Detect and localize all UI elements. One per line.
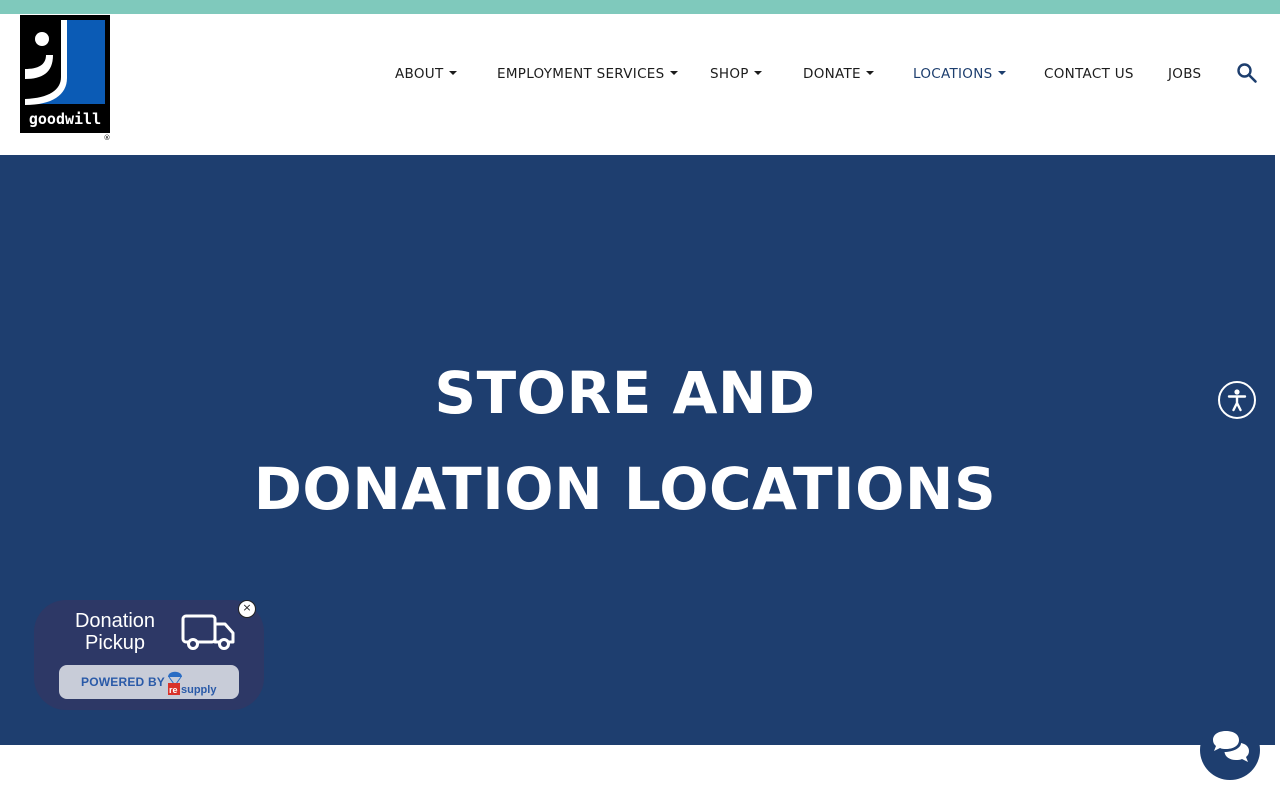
search-icon[interactable] [1236, 62, 1258, 84]
svg-text:re: re [169, 685, 178, 695]
nav-item-label: LOCATIONS [913, 66, 993, 82]
nav-item-label: SHOP [710, 66, 749, 82]
powered-by-badge[interactable]: POWERED BY re supply [59, 665, 239, 699]
caret-down-icon [669, 71, 678, 75]
main-nav: ABOUT EMPLOYMENT SERVICES SHOP DONATE LO… [0, 64, 1280, 84]
chat-icon[interactable] [1200, 720, 1260, 780]
svg-text:supply: supply [181, 684, 217, 696]
nav-item-shop[interactable]: SHOP [710, 64, 762, 84]
page-title: STORE AND DONATION LOCATIONS [253, 359, 997, 523]
nav-item-label: ABOUT [395, 66, 444, 82]
nav-item-employment-services[interactable]: EMPLOYMENT SERVICES [497, 64, 678, 84]
nav-item-label: EMPLOYMENT SERVICES [497, 66, 665, 82]
top-accent-strip [0, 0, 1280, 14]
caret-down-icon [753, 71, 762, 75]
powered-by-label: POWERED BY [81, 675, 166, 689]
nav-item-label: DONATE [803, 66, 861, 82]
parachute-icon [168, 671, 182, 677]
nav-item-label: JOBS [1168, 66, 1202, 82]
donation-pickup-widget[interactable]: Donation Pickup POWERED BY re supply [34, 600, 264, 710]
nav-item-contact-us[interactable]: CONTACT US [1044, 64, 1134, 84]
resupply-logo: re supply [168, 671, 217, 696]
nav-item-about[interactable]: ABOUT [395, 64, 457, 84]
nav-item-jobs[interactable]: JOBS [1168, 64, 1201, 84]
close-icon[interactable]: × [238, 600, 256, 618]
nav-item-label: CONTACT US [1044, 66, 1134, 82]
caret-down-icon [997, 71, 1006, 75]
svg-text:goodwill: goodwill [29, 110, 101, 128]
nav-item-locations[interactable]: LOCATIONS [913, 64, 1006, 84]
truck-icon [180, 612, 236, 652]
nav-item-donate[interactable]: DONATE [803, 64, 874, 84]
svg-text:®: ® [104, 134, 111, 141]
caret-down-icon [865, 71, 874, 75]
accessibility-icon[interactable] [1218, 381, 1256, 419]
site-header: goodwill ® ABOUT EMPLOYMENT SERVICES SHO… [0, 14, 1280, 155]
caret-down-icon [448, 71, 457, 75]
donation-pickup-label: Donation Pickup [74, 610, 156, 654]
